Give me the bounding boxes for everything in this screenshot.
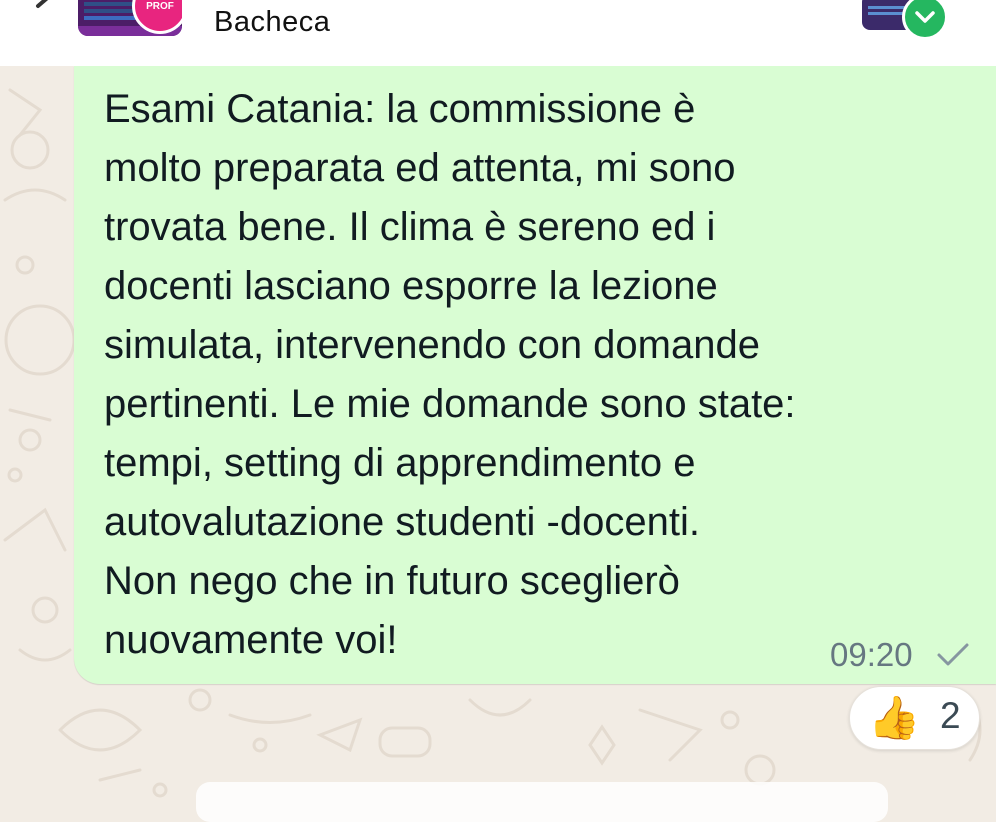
check-icon	[937, 643, 969, 666]
avatar-graphic	[868, 6, 908, 9]
reaction-pill[interactable]: 👍 2	[849, 686, 980, 750]
chat-header: PROF Bacheca	[0, 0, 996, 66]
message-text: Esami Catania: la commissione è molto pr…	[104, 87, 796, 662]
next-message-bubble[interactable]	[196, 782, 888, 822]
thumbs-up-icon: 👍	[868, 694, 921, 741]
chat-title[interactable]: Bacheca	[214, 6, 330, 39]
group-avatar[interactable]: PROF	[78, 0, 182, 36]
message-time: 09:20	[830, 636, 913, 673]
reaction-count: 2	[940, 695, 961, 736]
back-icon[interactable]	[30, 0, 60, 16]
message-bubble[interactable]: Esami Catania: la commissione è molto pr…	[74, 66, 996, 684]
chevron-down-icon[interactable]	[902, 0, 948, 40]
